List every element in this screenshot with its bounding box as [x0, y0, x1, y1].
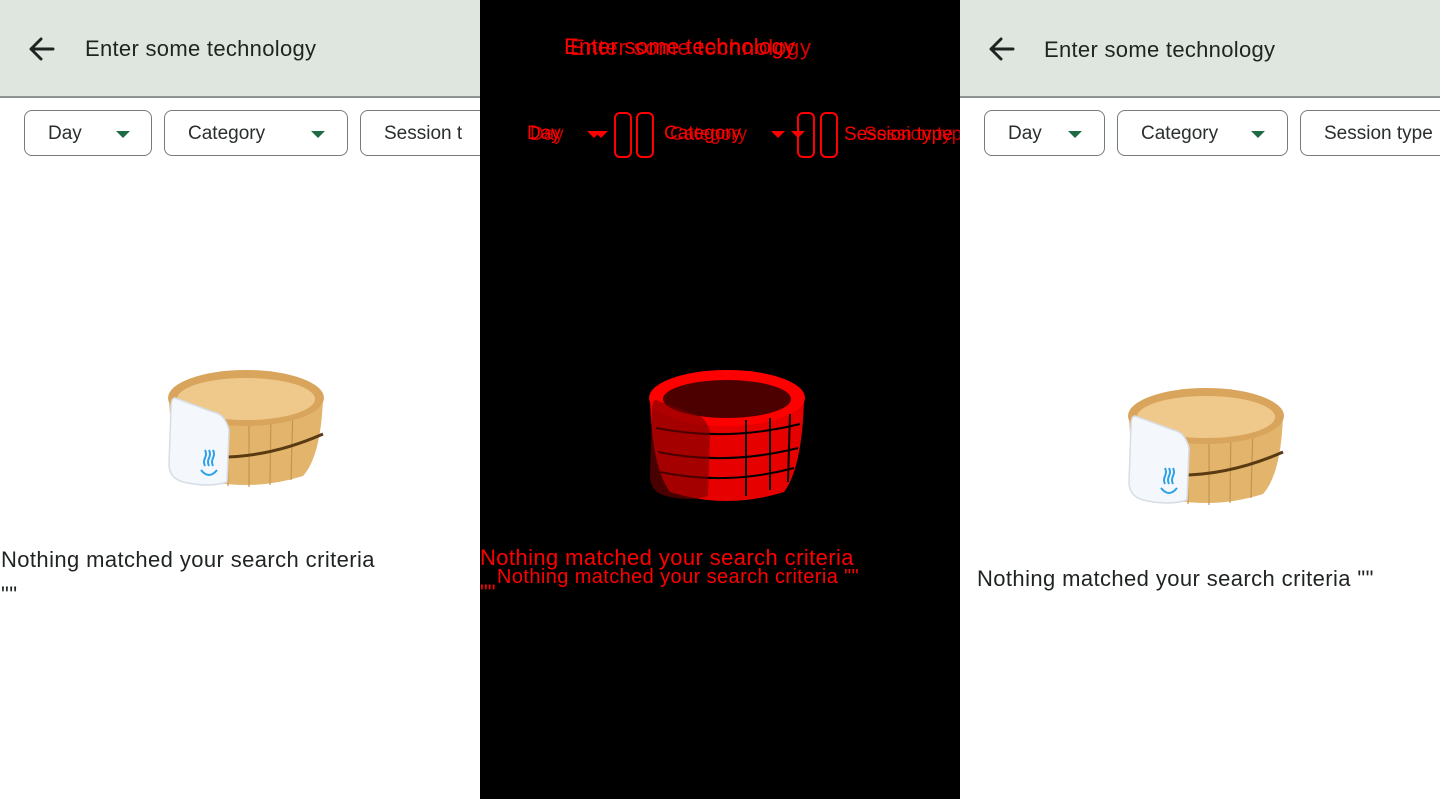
diff-empty-query: "" — [480, 580, 496, 605]
filter-session-type-chip[interactable]: Session t — [360, 110, 480, 156]
diff-chip-border — [636, 112, 654, 158]
empty-state-message: Nothing matched your search criteria — [1, 547, 375, 572]
diff-chip-border — [614, 112, 632, 158]
empty-state-message: Nothing matched your search criteria "" — [977, 566, 1374, 591]
diff-chip-category-ghost: Category — [670, 124, 748, 145]
bath-bucket-icon — [1128, 388, 1284, 505]
filter-day-label: Day — [48, 123, 82, 144]
diff-chip-border — [820, 112, 838, 158]
screen-diff: Enter some technology Enter some technol… — [480, 0, 960, 799]
bath-bucket-icon — [168, 370, 324, 487]
filter-day-label: Day — [1008, 123, 1042, 144]
diff-empty-combined: Nothing matched your search criteria "" — [497, 566, 860, 588]
arrow-back-icon[interactable] — [26, 34, 58, 64]
empty-state-query: "" — [1, 582, 18, 607]
top-app-bar: Enter some technology — [0, 0, 480, 98]
diff-search-text-ghost: Enter some technology — [570, 35, 812, 60]
screen-expected: Enter some technology Day Category Sessi… — [0, 0, 480, 799]
search-input[interactable]: Enter some technology — [85, 34, 316, 64]
filter-category-label: Category — [188, 123, 266, 144]
filter-day-chip[interactable]: Day — [24, 110, 152, 156]
filter-session-type-label: Session t — [384, 123, 463, 144]
dropdown-arrow-icon — [116, 131, 130, 138]
diff-chip-day-ghost: Day — [530, 124, 564, 145]
diff-chip-session-ghost: Session type — [864, 124, 960, 145]
filter-category-label: Category — [1141, 123, 1219, 144]
filter-session-type-label: Session type — [1324, 123, 1433, 144]
diff-arrow-icon — [594, 131, 608, 138]
filter-category-chip[interactable]: Category — [1117, 110, 1288, 156]
arrow-back-icon[interactable] — [986, 34, 1018, 64]
top-app-bar: Enter some technology — [960, 0, 1440, 98]
dropdown-arrow-icon — [311, 131, 325, 138]
screen-actual: Enter some technology Day Category Sessi… — [960, 0, 1440, 799]
dropdown-arrow-icon — [1068, 131, 1082, 138]
diff-arrow-icon — [771, 131, 785, 138]
filter-day-chip[interactable]: Day — [984, 110, 1105, 156]
filter-session-type-chip[interactable]: Session type — [1300, 110, 1440, 156]
dropdown-arrow-icon — [1251, 131, 1265, 138]
filter-category-chip[interactable]: Category — [164, 110, 348, 156]
diff-chip-border — [797, 112, 815, 158]
diff-bucket-icon — [649, 370, 805, 501]
search-input[interactable]: Enter some technology — [1044, 35, 1275, 65]
